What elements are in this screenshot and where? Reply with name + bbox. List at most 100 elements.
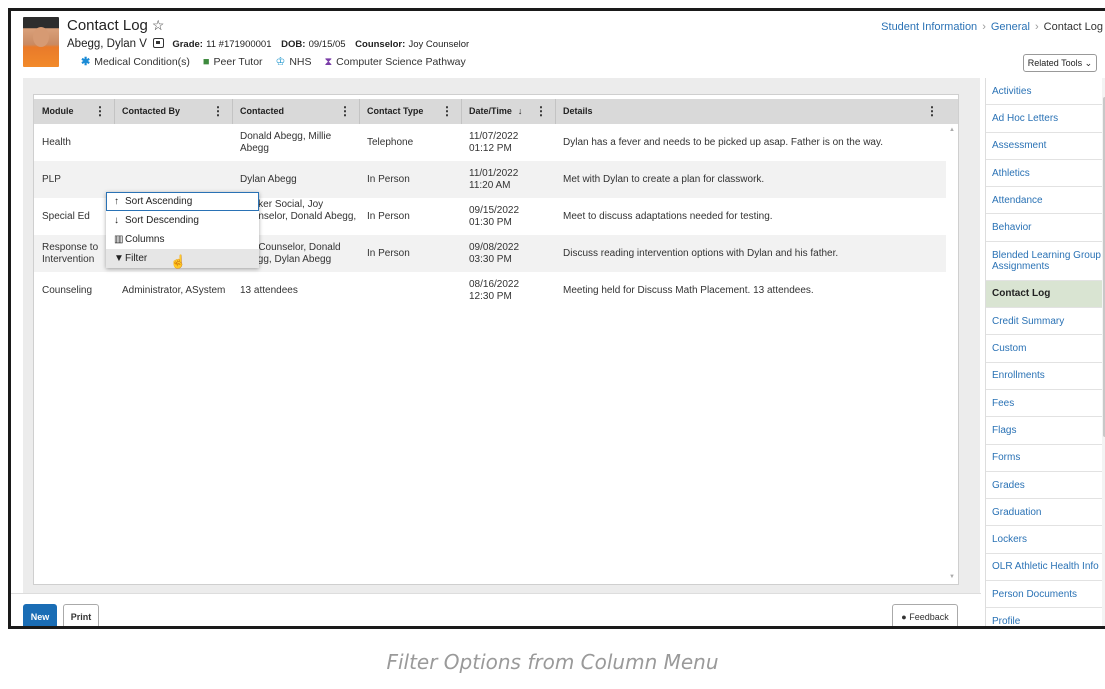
column-menu-icon[interactable]: ⋮ (926, 99, 938, 124)
sidebar-item-athletics[interactable]: Athletics (986, 160, 1102, 188)
cell-text: Special Ed (42, 210, 90, 222)
cell-text: In Person (367, 210, 410, 222)
print-button[interactable]: Print (63, 604, 99, 626)
grid-scrollbar[interactable] (946, 124, 958, 584)
id-card-icon[interactable] (153, 38, 165, 48)
sidebar-item-enrollments[interactable]: Enrollments (986, 363, 1102, 390)
table-cell-contacted: 13 attendees (232, 272, 359, 309)
scroll-up-icon[interactable]: ▲ (949, 127, 955, 133)
column-menu-icon[interactable]: ⋮ (94, 99, 106, 124)
table-cell-details: Discuss reading intervention options wit… (555, 235, 946, 272)
page-title-text: Contact Log (67, 17, 148, 34)
column-divider[interactable] (114, 99, 115, 124)
column-header-contact-type[interactable]: Contact Type ⋮ (359, 99, 461, 124)
table-cell-date: 11/01/2022 11:20 AM (461, 161, 555, 198)
column-header-date-time[interactable]: Date/Time ↓ ⋮ (461, 99, 555, 124)
table-cell-type: In Person (359, 235, 461, 272)
sidebar-item-credit-summary[interactable]: Credit Summary (986, 308, 1102, 336)
column-divider[interactable] (359, 99, 360, 124)
menu-item-columns[interactable]: ▥ Columns (106, 230, 259, 249)
related-tools-label: Related Tools (1027, 58, 1083, 68)
sidebar-item-flags[interactable]: Flags (986, 417, 1102, 445)
column-header-details[interactable]: Details ⋮ (555, 99, 946, 124)
related-tools-sidebar: Activities Ad Hoc Letters Assessment Athlet… (985, 78, 1102, 626)
flag-nhs[interactable]: ♔ NHS (275, 56, 311, 68)
table-cell-details: Meet to discuss adaptations needed for t… (555, 198, 946, 235)
cell-text: PLP (42, 173, 61, 185)
grid-header: Module ⋮ Contacted By ⋮ Contacted ⋮ Contact… (34, 99, 958, 124)
table-cell-type: Telephone (359, 124, 461, 161)
menu-item-sort-ascending[interactable]: ↑ Sort Ascending (106, 192, 259, 211)
menu-item-sort-descending[interactable]: ↓ Sort Descending (106, 211, 259, 230)
time-text: 01:12 PM (469, 142, 512, 154)
column-menu-icon[interactable]: ⋮ (441, 99, 453, 124)
sidebar-item-profile[interactable]: Profile (986, 608, 1102, 626)
cell-text: Health (42, 136, 71, 148)
column-header-contacted-by[interactable]: Contacted By ⋮ (114, 99, 232, 124)
pathway-icon: ⧗ (324, 56, 333, 68)
column-divider[interactable] (461, 99, 462, 124)
feedback-button[interactable]: ● Feedback (892, 604, 958, 626)
breadcrumb-student-information[interactable]: Student Information (881, 21, 977, 33)
menu-item-label: Columns (125, 234, 165, 245)
table-cell-date: 11/07/2022 01:12 PM (461, 124, 555, 161)
related-tools-button[interactable]: Related Tools ⌄ (1023, 54, 1097, 72)
table-cell-type: In Person (359, 161, 461, 198)
sidebar-item-ad-hoc-letters[interactable]: Ad Hoc Letters (986, 105, 1102, 133)
column-divider[interactable] (555, 99, 556, 124)
table-row[interactable]: Health Donald Abegg, Millie Abegg Telephon… (34, 124, 946, 161)
menu-item-label: Sort Descending (125, 215, 199, 226)
star-icon[interactable]: ☆ (152, 17, 165, 33)
cell-text: In Person (367, 247, 410, 259)
sidebar-item-activities[interactable]: Activities (986, 78, 1102, 106)
sidebar-item-custom[interactable]: Custom (986, 335, 1102, 363)
column-label: Details (563, 106, 593, 116)
sidebar-item-blended-learning-group-assignments[interactable]: Blended Learning Group Assignments (986, 242, 1102, 281)
table-row[interactable]: Counseling Administrator, ASystem 13 atten… (34, 272, 946, 309)
counselor-value: Joy Counselor (408, 39, 470, 50)
table-cell-module: Counseling (34, 272, 114, 309)
flag-label: Computer Science Pathway (336, 56, 466, 68)
sidebar-item-grades[interactable]: Grades (986, 472, 1102, 500)
sidebar-item-contact-log[interactable]: Contact Log (986, 280, 1102, 309)
dob-label: DOB: (281, 39, 306, 50)
breadcrumb-contact-log: Contact Log (1043, 21, 1103, 33)
table-cell-date: 08/16/2022 12:30 PM (461, 272, 555, 309)
flag-medical[interactable]: ✱ Medical Condition(s) (81, 56, 190, 68)
column-divider[interactable] (232, 99, 233, 124)
sidebar-item-lockers[interactable]: Lockers (986, 526, 1102, 554)
menu-item-filter[interactable]: ▼Filter ☝ (106, 249, 259, 269)
column-label: Contacted By (122, 106, 181, 116)
column-menu-icon[interactable]: ⋮ (535, 99, 547, 124)
scroll-down-icon[interactable]: ▼ (949, 574, 955, 580)
table-cell-date: 09/15/2022 01:30 PM (461, 198, 555, 235)
grade-value: 11 #171900001 (206, 39, 272, 50)
cell-text: Discuss reading intervention options wit… (563, 247, 839, 259)
student-photo (23, 17, 59, 67)
arrow-up-icon: ↑ (114, 196, 119, 207)
sidebar-item-fees[interactable]: Fees (986, 390, 1102, 418)
date-text: 08/16/2022 (469, 278, 520, 290)
table-cell-contacted: Donald Abegg, Millie Abegg (232, 124, 359, 161)
column-header-module[interactable]: Module ⋮ (34, 99, 114, 124)
column-menu-icon[interactable]: ⋮ (339, 99, 351, 124)
cell-text: Response to Intervention (42, 241, 99, 265)
new-button[interactable]: New (23, 604, 57, 626)
cell-text: Dylan Abegg (240, 173, 297, 185)
sidebar-item-attendance[interactable]: Attendance (986, 187, 1102, 215)
sidebar-item-person-documents[interactable]: Person Documents (986, 581, 1102, 609)
sidebar-item-assessment[interactable]: Assessment (986, 133, 1102, 160)
column-header-contacted[interactable]: Contacted ⋮ (232, 99, 359, 124)
breadcrumb-general[interactable]: General (991, 21, 1030, 33)
sidebar-item-graduation[interactable]: Graduation (986, 499, 1102, 527)
sidebar-item-forms[interactable]: Forms (986, 445, 1102, 472)
chevron-down-icon: ⌄ (1084, 58, 1093, 68)
sidebar-item-olr-athletic-health-info[interactable]: OLR Athletic Health Info (986, 554, 1102, 582)
student-info: Abegg, Dylan V Grade: 11 #171900001 DOB:… (67, 38, 469, 50)
column-menu-icon[interactable]: ⋮ (212, 99, 224, 124)
sidebar-item-behavior[interactable]: Behavior (986, 214, 1102, 242)
table-cell-details: Dylan has a fever and needs to be picked… (555, 124, 946, 161)
flag-peer-tutor[interactable]: ■ Peer Tutor (203, 56, 263, 68)
column-label: Contacted (240, 106, 285, 116)
flag-pathway[interactable]: ⧗ Computer Science Pathway (324, 56, 465, 68)
